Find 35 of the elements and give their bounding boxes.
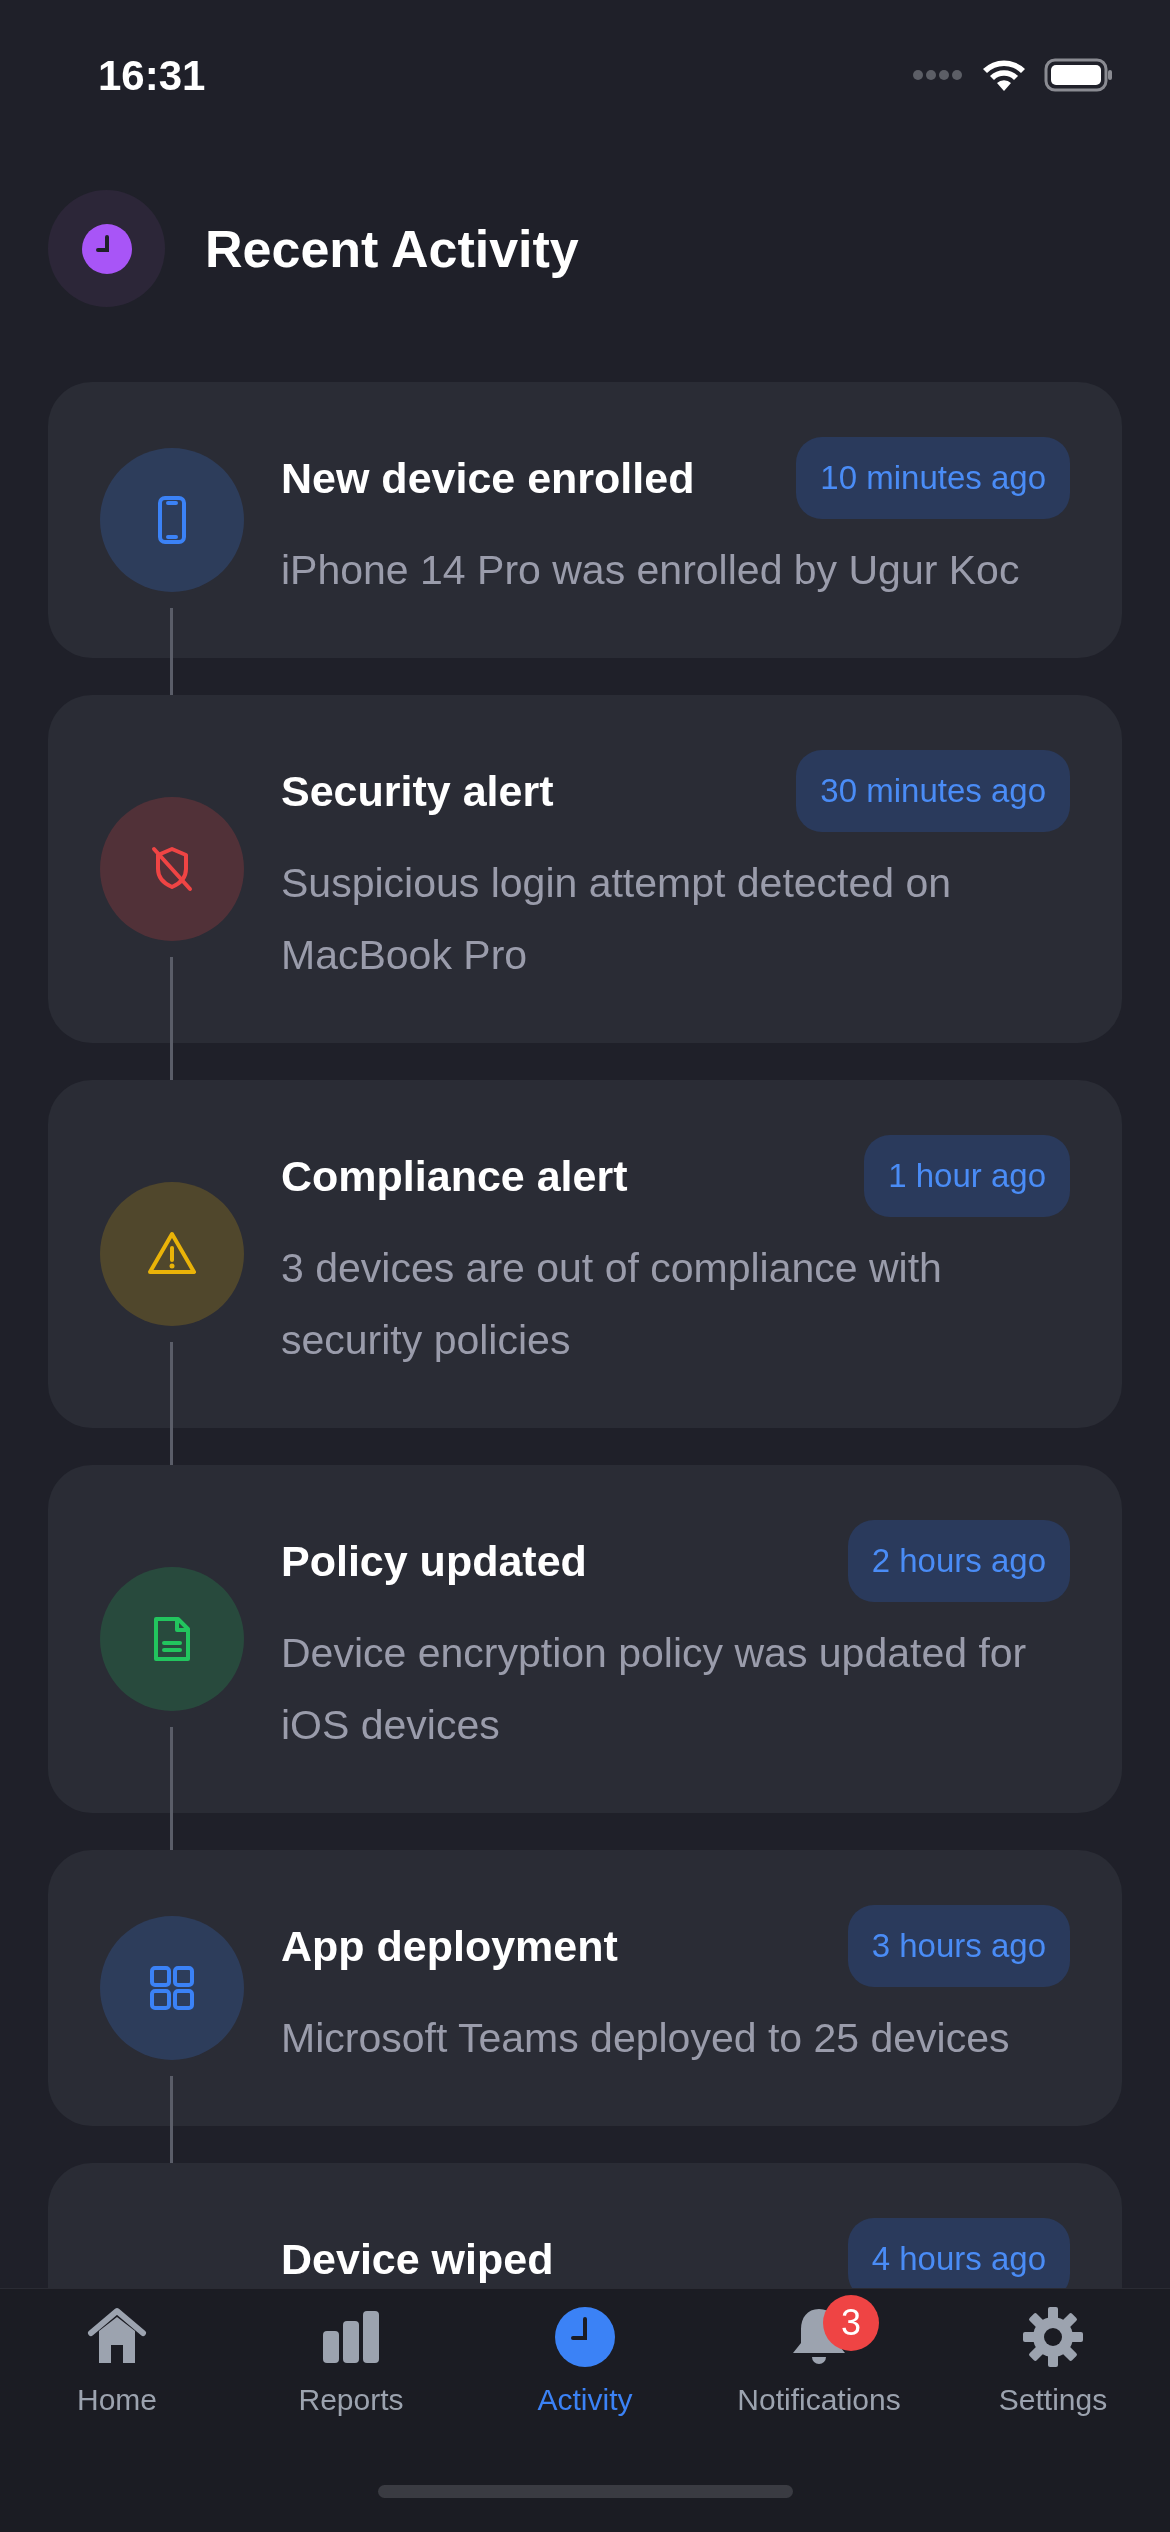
activity-card[interactable]: Device wiped 4 hours ago bbox=[48, 2163, 1122, 2288]
activity-title: App deployment bbox=[281, 1923, 618, 1969]
page-title: Recent Activity bbox=[205, 218, 579, 280]
activity-title: Device wiped bbox=[281, 2236, 554, 2282]
activity-description: iPhone 14 Pro was enrolled by Ugur Koc bbox=[281, 546, 1021, 595]
activity-card[interactable]: New device enrolled 10 minutes ago iPhone 14 Pro was enrolled by Ugur Koc bbox=[48, 382, 1122, 658]
tab-button[interactable]: Home bbox=[77, 2305, 157, 2422]
tab-button[interactable]: Settings bbox=[998, 2305, 1108, 2422]
activity-description: Microsoft Teams deployed to 25 devices bbox=[281, 2014, 1011, 2063]
time-badge: 4 hours ago bbox=[847, 2218, 1070, 2288]
activity-description: 3 devices are out of compliance with security policies bbox=[281, 1244, 943, 1365]
activity-title: Security alert bbox=[281, 768, 554, 814]
battery-icon bbox=[1044, 58, 1114, 92]
notification-badge: 3 bbox=[823, 2295, 879, 2351]
tab-button[interactable]: Activity bbox=[537, 2305, 633, 2422]
activity-description: Device encryption policy was updated for iOS devices bbox=[281, 1629, 1028, 1750]
activity-title: Compliance alert bbox=[281, 1153, 628, 1199]
signal-icon bbox=[912, 69, 964, 81]
clock-icon bbox=[553, 2305, 617, 2369]
activity-title: Policy updated bbox=[281, 1538, 587, 1584]
status-time: 16:31 bbox=[98, 50, 206, 101]
tab-button[interactable]: Reports bbox=[298, 2305, 404, 2422]
activity-card[interactable]: Policy updated 2 hours ago Device encryption policy was updated for iOS devices bbox=[48, 1465, 1122, 1813]
time-badge: 30 minutes ago bbox=[796, 750, 1070, 832]
time-badge: 10 minutes ago bbox=[796, 437, 1070, 519]
activity-title: New device enrolled bbox=[281, 455, 695, 501]
activity-card[interactable]: App deployment 3 hours ago Microsoft Teams deployed to 25 devices bbox=[48, 1850, 1122, 2126]
time-badge: 1 hour ago bbox=[864, 1135, 1070, 1217]
time-badge: 3 hours ago bbox=[847, 1905, 1070, 1987]
activity-card[interactable]: Security alert 30 minutes ago Suspicious login attempt detected on MacBook Pro bbox=[48, 695, 1122, 1043]
time-badge: 2 hours ago bbox=[847, 1520, 1070, 1602]
settings-icon bbox=[1021, 2305, 1085, 2369]
clock-icon bbox=[81, 223, 132, 274]
activity-description: Suspicious login attempt detected on MacBook Pro bbox=[281, 859, 953, 980]
activity-card[interactable]: Compliance alert 1 hour ago 3 devices are out of compliance with security policies bbox=[48, 1080, 1122, 1428]
